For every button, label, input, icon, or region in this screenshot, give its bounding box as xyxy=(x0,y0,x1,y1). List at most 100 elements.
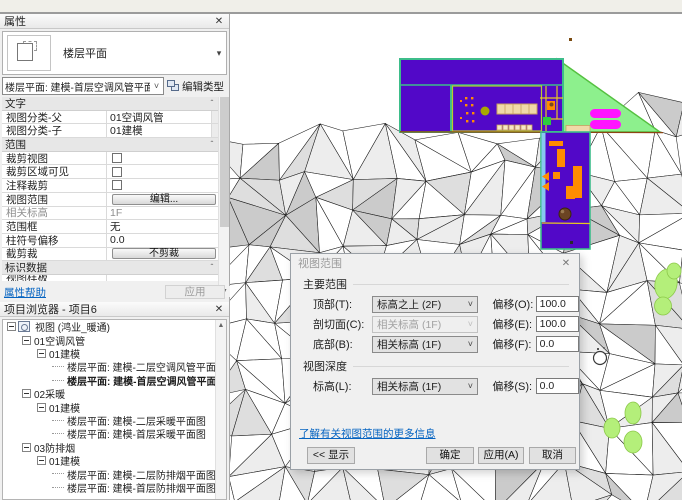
value-side-button[interactable] xyxy=(211,124,218,138)
scrollbar-thumb[interactable] xyxy=(220,97,229,227)
collapse-box-icon[interactable] xyxy=(37,348,46,358)
property-value[interactable]: 编辑... xyxy=(107,193,218,206)
row-label: 底部(B): xyxy=(313,339,353,351)
cancel-button[interactable]: 取消 xyxy=(529,447,576,464)
level-select[interactable]: 相关标高 (1F) ˅ xyxy=(372,335,479,353)
property-row[interactable]: 相关标高 1F xyxy=(2,206,218,221)
tree-item[interactable]: 楼层平面: 建模-二层采暖平面图 xyxy=(3,414,226,428)
show-button[interactable]: << 显示 xyxy=(307,447,355,464)
edit-view-range-button[interactable]: 编辑... xyxy=(112,193,216,205)
property-row[interactable]: 视图分类-子 01建模 xyxy=(2,124,218,139)
collapse-box-icon[interactable] xyxy=(37,456,46,466)
property-row[interactable]: 裁剪视图 xyxy=(2,151,218,166)
checkbox[interactable] xyxy=(112,180,122,191)
tree-item[interactable]: 03防排烟 xyxy=(3,441,226,455)
tree-guide xyxy=(52,366,64,368)
tree-item[interactable]: 01建模 xyxy=(3,454,226,468)
level-select-value: 相关标高 (1F) xyxy=(377,380,442,393)
clip-button[interactable]: 不剪裁 xyxy=(112,248,216,260)
level-select[interactable]: 标高之上 (2F) ˅ xyxy=(372,295,479,313)
scroll-up-icon[interactable]: ▲ xyxy=(216,320,226,331)
olive-circle xyxy=(480,106,490,116)
tree-item[interactable]: 楼层平面: 建模-二层空调风管平面图 xyxy=(3,360,226,374)
checkbox[interactable] xyxy=(112,153,122,164)
level-select: 相关标高 (1F) ˅ xyxy=(372,315,479,333)
group-line xyxy=(353,283,569,285)
property-value[interactable] xyxy=(107,152,218,165)
property-row[interactable]: 裁剪区域可见 xyxy=(2,165,218,180)
edit-type-icon xyxy=(167,80,180,92)
dialog-title: 视图范围 xyxy=(298,258,342,270)
collapse-box-icon[interactable] xyxy=(22,442,31,452)
ok-button[interactable]: 确定 xyxy=(426,447,474,464)
project-browser-header[interactable]: 项目浏览器 - 项目6 ✕ xyxy=(0,302,229,317)
tree-item[interactable]: 01空调风管 xyxy=(3,333,226,348)
property-label: 范围框 xyxy=(2,220,107,233)
property-value[interactable]: 01空调风管 xyxy=(107,110,218,124)
instance-selector[interactable]: 楼层平面: 建模-首层空调风管平面图 ˅ xyxy=(2,77,164,95)
close-icon[interactable]: ✕ xyxy=(560,258,572,269)
property-row[interactable]: 视图范围 编辑... xyxy=(2,192,218,207)
level-select-value: 相关标高 (1F) xyxy=(377,338,442,351)
browser-scrollbar[interactable]: ▲ xyxy=(215,320,226,499)
tree-item[interactable]: 02采暖 xyxy=(3,387,226,401)
apply-button[interactable]: 应用 xyxy=(165,285,225,299)
row-label: 剖切面(C): xyxy=(313,319,365,331)
property-row[interactable]: 视图分类-父 01空调风管 xyxy=(2,110,218,125)
property-label: 视图样板 xyxy=(2,274,107,281)
tree-item[interactable]: 01建模 xyxy=(3,347,226,361)
value-side-button[interactable] xyxy=(211,110,218,124)
offset-input[interactable]: 0.0 xyxy=(535,378,579,394)
edit-type-button[interactable]: 编辑类型 xyxy=(164,77,227,95)
group-line xyxy=(353,365,569,367)
property-row[interactable]: 范围框无 xyxy=(2,220,218,234)
offset-input[interactable]: 100.0 xyxy=(535,316,579,332)
collapse-icon[interactable]: ˆ xyxy=(206,99,218,108)
property-value[interactable]: 不剪裁 xyxy=(107,248,218,261)
properties-header[interactable]: 属性 ✕ xyxy=(0,14,229,29)
level-select[interactable]: 相关标高 (1F) ˅ xyxy=(372,377,479,395)
collapse-box-icon[interactable] xyxy=(7,322,16,332)
property-value[interactable]: 01建模 xyxy=(107,124,218,138)
close-icon[interactable]: ✕ xyxy=(213,16,225,27)
dialog-titlebar[interactable]: 视图范围 ✕ xyxy=(291,254,579,272)
properties-title: 属性 xyxy=(4,16,26,28)
tree-item[interactable]: 01建模 xyxy=(3,400,226,415)
property-label: 裁剪区域可见 xyxy=(2,165,107,179)
property-value[interactable] xyxy=(107,179,218,192)
collapse-box-icon[interactable] xyxy=(37,402,46,412)
offset-label: 偏移(E): xyxy=(492,319,533,331)
tree-item[interactable]: 楼层平面: 建模-首层防排烟平面图 xyxy=(3,481,226,495)
offset-label: 偏移(O): xyxy=(492,299,534,311)
offset-input[interactable]: 0.0 xyxy=(535,336,579,352)
property-row[interactable]: 视图样板 xyxy=(2,274,218,281)
property-row[interactable]: 注释裁剪 xyxy=(2,179,218,193)
apply-button[interactable]: 应用(A) xyxy=(478,447,524,464)
tree-item[interactable]: 楼层平面: 建模-二层防排烟平面图 xyxy=(3,467,226,482)
property-row[interactable]: 截剪裁 不剪裁 xyxy=(2,247,218,262)
type-selector[interactable]: 楼层平面 ▾ xyxy=(2,31,227,75)
offset-input[interactable]: 100.0 xyxy=(535,296,579,312)
tree-guide xyxy=(52,379,64,381)
tree-item[interactable]: 楼层平面: 建模-首层空调风管平面图 xyxy=(3,374,226,388)
tree-item[interactable]: 楼层平面: 建模-首层采暖平面图 xyxy=(3,427,226,441)
collapse-box-icon[interactable] xyxy=(22,389,31,399)
property-label: 视图分类-子 xyxy=(2,124,107,138)
property-section: 标识数据 ˆ xyxy=(2,261,218,275)
property-label: 柱符号偏移 xyxy=(2,233,107,247)
properties-scrollbar[interactable]: ▼ xyxy=(218,97,230,297)
property-value[interactable] xyxy=(107,165,218,178)
property-row[interactable]: 柱符号偏移 0.0 xyxy=(2,233,218,248)
tree-item[interactable]: 视图 (鸿业_暖通) xyxy=(3,320,226,334)
chevron-down-icon[interactable]: ▾ xyxy=(212,48,226,59)
properties-help-link[interactable]: 属性帮助 xyxy=(4,285,46,300)
view-range-help-link[interactable]: 了解有关视图范围的更多信息 xyxy=(299,426,436,441)
edit-type-label: 编辑类型 xyxy=(182,80,224,93)
checkbox[interactable] xyxy=(112,166,122,177)
collapse-box-icon[interactable] xyxy=(22,335,31,345)
property-label: 视图分类-父 xyxy=(2,110,107,124)
instance-selector-value: 楼层平面: 建模-首层空调风管平面图 xyxy=(5,82,150,94)
close-icon[interactable]: ✕ xyxy=(213,304,225,315)
collapse-icon[interactable]: ˆ xyxy=(206,140,218,149)
collapse-icon[interactable]: ˆ xyxy=(206,263,218,272)
